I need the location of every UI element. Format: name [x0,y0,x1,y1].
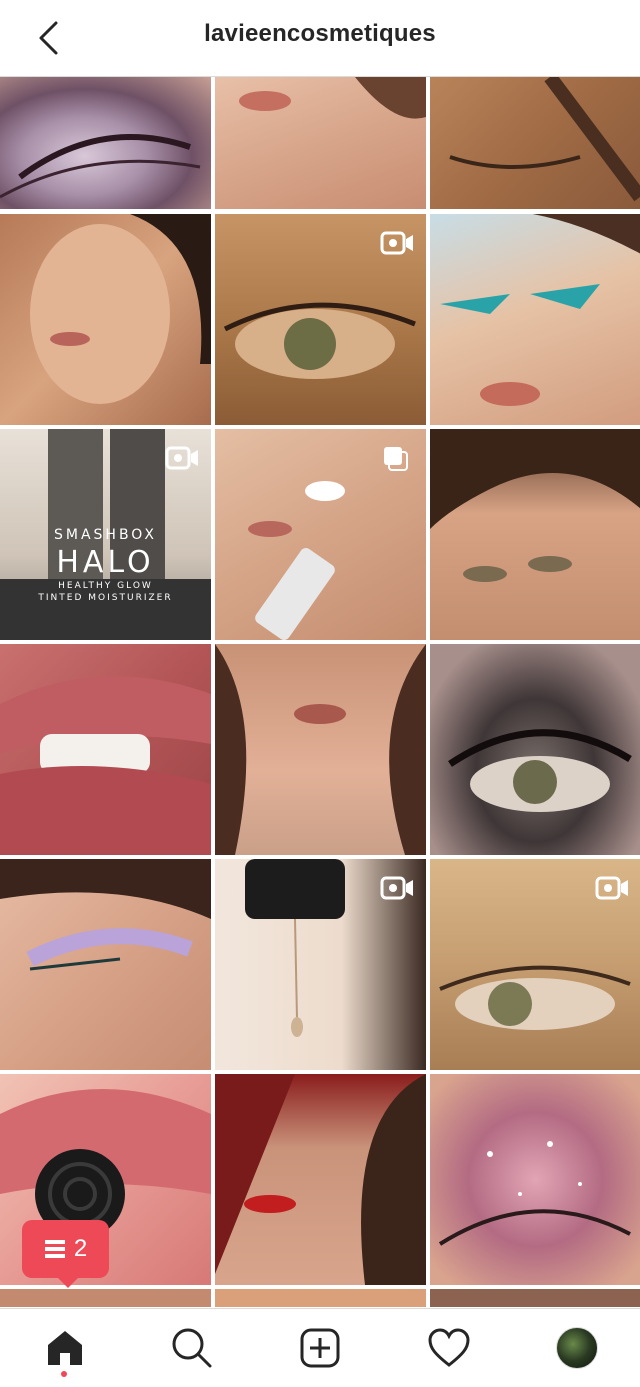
post-tile-partial-1[interactable] [0,1289,211,1307]
glitter-eye-art [0,134,201,199]
notification-count: 2 [73,1235,88,1262]
post-tile-teal-liner-model[interactable] [430,214,640,425]
activity-heart-icon [428,1328,470,1367]
profile-username-title: lavieencosmetiques [204,20,436,47]
glossy-lips-art [0,676,211,855]
feed-list-icon [44,1240,65,1258]
post-tile-pink-glitter-eye[interactable] [430,1074,640,1285]
nav-activity-button[interactable] [424,1323,474,1373]
halo-brand: SMASHBOX [53,527,158,543]
post-tile-model-face[interactable] [215,644,426,855]
search-icon [172,1328,212,1368]
pink-glitter-eye-art [438,1141,631,1246]
model-lips-art [239,77,426,119]
post-tile-gold-eye[interactable] [430,859,640,1070]
post-tile-partial-2[interactable] [215,1289,426,1307]
curly-hair-model-art [430,429,640,582]
post-tile-glossy-lips[interactable] [0,644,211,855]
post-tile-partial-3[interactable] [430,1289,640,1307]
halo-tagline-2: TINTED MOISTURIZER [38,593,173,603]
post-tile-skincare-model[interactable] [215,429,426,640]
video-icon [380,876,413,900]
home-icon [48,1331,82,1365]
nav-home-button[interactable] [40,1323,90,1373]
red-lips-model-art [215,1074,426,1285]
video-icon [380,231,413,255]
pastel-liner-art [0,859,211,971]
halo-tagline-1: HEALTHY GLOW [58,581,153,591]
carousel-icon [384,447,408,471]
post-tile-eye-closeup[interactable] [215,214,426,425]
post-tile-curly-hair-model[interactable] [430,429,640,640]
post-tile-smoky-eye[interactable] [430,644,640,855]
teal-liner-model-art [430,214,640,406]
model-portrait-art [30,214,211,404]
post-tile-brush-eye[interactable] [430,77,640,209]
smoky-eye-art [448,729,632,812]
new-post-icon [300,1328,340,1368]
home-active-dot [61,1371,67,1377]
brush-eye-art [449,77,640,202]
feed-notification-bubble[interactable]: 2 [22,1220,109,1288]
bottom-nav [0,1308,640,1387]
post-tile-serum-drop[interactable] [215,859,426,1070]
profile-avatar [556,1327,598,1369]
post-tile-smashbox-halo[interactable]: SMASHBOX HALO HEALTHY GLOW TINTED MOISTU… [0,429,211,640]
top-bar: lavieencosmetiques [0,0,640,77]
video-icon [595,876,628,900]
nav-new-post-button[interactable] [295,1323,345,1373]
halo-product: HALO [56,545,155,580]
post-tile-glitter-eye[interactable] [0,77,211,209]
post-tile-pastel-liner[interactable] [0,859,211,1070]
post-tile-model-portrait[interactable] [0,214,211,425]
post-tile-model-lips[interactable] [215,77,426,209]
nav-search-button[interactable] [167,1323,217,1373]
video-icon [165,446,198,470]
nav-profile-button[interactable] [552,1323,602,1373]
posts-grid: SMASHBOX HALO HEALTHY GLOW TINTED MOISTU… [0,77,640,1307]
model-face-art [215,644,426,855]
post-tile-red-lips-model[interactable] [215,1074,426,1285]
